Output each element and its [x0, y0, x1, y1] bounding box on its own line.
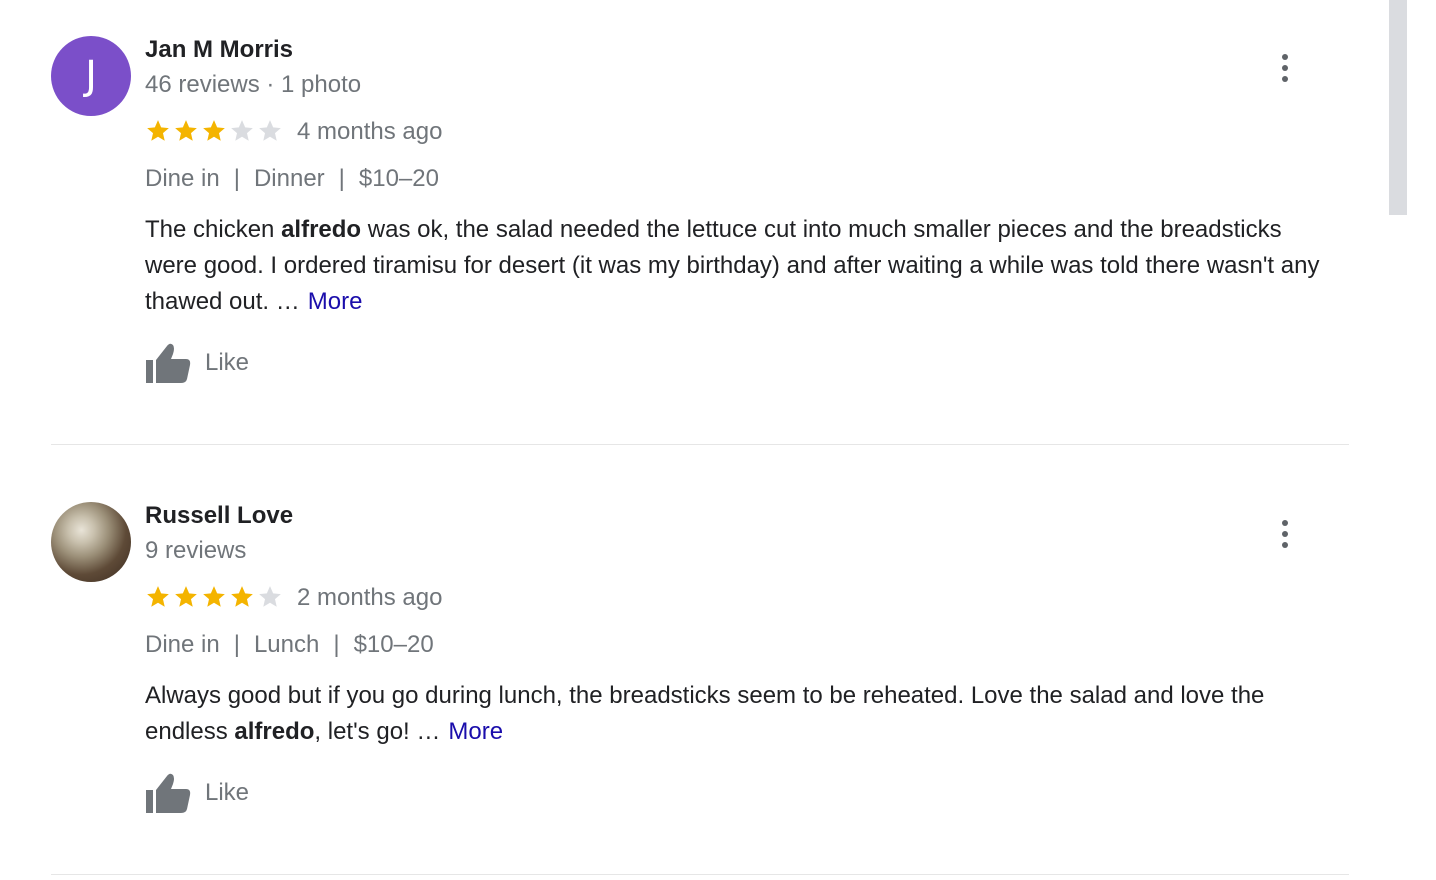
- more-options-button[interactable]: [1270, 48, 1300, 88]
- review-text-part: , let's go! …: [314, 718, 441, 745]
- like-button[interactable]: Like: [145, 342, 249, 384]
- star-icon: [259, 120, 281, 141]
- review-text-highlight: alfredo: [234, 718, 315, 745]
- thumbs-up-icon: [146, 343, 191, 383]
- star-icon: [147, 586, 169, 607]
- tag-separator: |: [233, 631, 240, 658]
- avatar[interactable]: J: [51, 36, 131, 116]
- thumbs-up-icon: [146, 773, 191, 813]
- review-date: 4 months ago: [297, 118, 443, 145]
- reviewer-meta: 9 reviews: [145, 537, 247, 564]
- scrollbar-thumb[interactable]: [1389, 0, 1407, 215]
- reviewer-name[interactable]: Russell Love: [145, 502, 293, 530]
- tag-meal: Lunch: [253, 631, 320, 658]
- tag-separator: |: [333, 631, 340, 658]
- review-text: Always good but if you go during lunch, …: [145, 678, 1325, 750]
- reviews-page: J Jan M Morris 46 reviews · 1 photo 4 mo…: [0, 0, 1436, 880]
- vertical-ellipsis-icon: [1282, 520, 1288, 526]
- star-icon: [175, 120, 197, 141]
- like-label: Like: [205, 349, 250, 376]
- more-link[interactable]: More: [448, 718, 503, 745]
- review-tags: Dine in | Dinner | $10–20: [145, 165, 439, 193]
- like-button[interactable]: Like: [145, 772, 249, 814]
- tag-service: Dine in: [145, 631, 220, 658]
- divider: [51, 874, 1349, 875]
- vertical-ellipsis-icon: [1282, 76, 1288, 82]
- star-icon: [203, 120, 225, 141]
- vertical-ellipsis-icon: [1282, 54, 1288, 60]
- review-text-part: The chicken: [145, 216, 282, 243]
- star-icon: [147, 120, 169, 141]
- tag-separator: |: [338, 165, 345, 192]
- review-text: The chicken alfredo was ok, the salad ne…: [145, 212, 1325, 320]
- like-label: Like: [205, 779, 250, 806]
- tag-meal: Dinner: [253, 165, 325, 192]
- tag-price: $10–20: [353, 631, 434, 658]
- tag-separator: |: [233, 165, 240, 192]
- vertical-ellipsis-icon: [1282, 65, 1288, 71]
- star-rating: [145, 118, 283, 144]
- avatar[interactable]: [51, 502, 131, 582]
- star-icon: [231, 120, 253, 141]
- star-icon: [231, 586, 253, 607]
- vertical-ellipsis-icon: [1282, 542, 1288, 548]
- star-icon: [203, 586, 225, 607]
- reviewer-name[interactable]: Jan M Morris: [145, 36, 293, 64]
- divider: [51, 444, 1349, 445]
- review-tags: Dine in | Lunch | $10–20: [145, 631, 434, 659]
- more-link[interactable]: More: [308, 288, 363, 315]
- review-date: 2 months ago: [297, 584, 443, 611]
- tag-price: $10–20: [358, 165, 439, 192]
- more-options-button[interactable]: [1270, 514, 1300, 554]
- star-icon: [175, 586, 197, 607]
- review-text-highlight: alfredo: [281, 216, 362, 243]
- star-icon: [259, 586, 281, 607]
- vertical-ellipsis-icon: [1282, 531, 1288, 537]
- tag-service: Dine in: [145, 165, 220, 192]
- reviewer-meta: 46 reviews · 1 photo: [145, 71, 362, 98]
- star-rating: [145, 584, 283, 610]
